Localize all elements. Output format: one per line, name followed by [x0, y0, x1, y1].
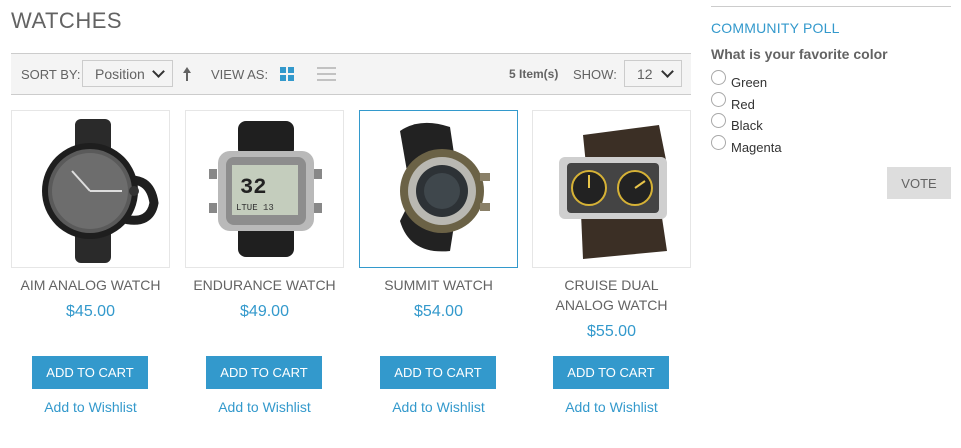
product-name[interactable]: CRUISE DUAL ANALOG WATCH — [532, 275, 691, 315]
radio-button[interactable] — [711, 113, 726, 128]
chevron-down-icon — [152, 65, 165, 78]
add-to-wishlist-link[interactable]: Add to Wishlist — [532, 399, 691, 415]
watch-image — [42, 119, 159, 263]
view-as-label: VIEW AS: — [211, 67, 269, 82]
poll-question: What is your favorite color — [711, 46, 888, 62]
add-to-wishlist-link[interactable]: Add to Wishlist — [185, 399, 344, 415]
sort-direction-arrow-icon[interactable] — [181, 66, 193, 82]
add-to-cart-button[interactable]: ADD TO CART — [380, 356, 496, 389]
show-label: SHOW: — [573, 67, 617, 82]
sidebar-divider — [711, 6, 951, 7]
item-count: 5 Item(s) — [509, 67, 559, 81]
add-to-cart-button[interactable]: ADD TO CART — [32, 356, 148, 389]
chevron-down-icon — [661, 65, 674, 78]
page-title: WATCHES — [11, 8, 123, 33]
product-image[interactable]: 32 LTUE 13 — [185, 110, 344, 268]
sort-by-select[interactable]: Position — [82, 60, 173, 87]
radio-button[interactable] — [711, 70, 726, 85]
product-price: $55.00 — [587, 323, 636, 340]
product-image[interactable] — [11, 110, 170, 268]
svg-text:32: 32 — [240, 175, 266, 200]
product-name[interactable]: SUMMIT WATCH — [359, 275, 518, 295]
add-to-wishlist-link[interactable]: Add to Wishlist — [11, 399, 170, 415]
product-price: $49.00 — [240, 303, 289, 320]
radio-button[interactable] — [711, 135, 726, 150]
watch-image — [559, 125, 667, 259]
show-limit-select[interactable]: 12 — [624, 60, 682, 87]
poll-option-label: Green — [731, 75, 768, 90]
product-item: CRUISE DUAL ANALOG WATCH $55.00 ADD TO C… — [532, 110, 691, 415]
poll-title: COMMUNITY POLL — [711, 20, 840, 36]
svg-text:LTUE 13: LTUE 13 — [236, 203, 274, 213]
vote-button[interactable]: VOTE — [887, 167, 951, 199]
product-image[interactable] — [532, 110, 691, 268]
product-price: $45.00 — [66, 303, 115, 320]
grid-view-icon[interactable] — [280, 67, 294, 81]
radio-button[interactable] — [711, 92, 726, 107]
show-limit-value: 12 — [637, 66, 653, 82]
product-name[interactable]: ENDURANCE WATCH — [185, 275, 344, 295]
product-item: AIM ANALOG WATCH $45.00 ADD TO CART Add … — [11, 110, 170, 415]
sort-by-label: SORT BY: — [21, 67, 81, 82]
watch-image: 32 LTUE 13 — [209, 121, 322, 257]
watch-image — [400, 122, 490, 252]
product-image[interactable] — [359, 110, 518, 268]
list-view-icon[interactable] — [317, 67, 336, 81]
product-price: $54.00 — [414, 303, 463, 320]
sort-by-value: Position — [95, 66, 145, 82]
add-to-wishlist-link[interactable]: Add to Wishlist — [359, 399, 518, 415]
add-to-cart-button[interactable]: ADD TO CART — [553, 356, 669, 389]
poll-option-label: Red — [731, 97, 755, 112]
product-name[interactable]: AIM ANALOG WATCH — [11, 275, 170, 295]
add-to-cart-button[interactable]: ADD TO CART — [206, 356, 322, 389]
product-item: SUMMIT WATCH $54.00 ADD TO CART Add to W… — [359, 110, 518, 415]
product-item: 32 LTUE 13 ENDURANCE WATCH $49.00 ADD TO… — [185, 110, 344, 415]
toolbar: SORT BY: Position VIEW AS: 5 Item(s) SHO… — [11, 53, 691, 95]
poll-option-label: Black — [731, 118, 763, 133]
poll-option-label: Magenta — [731, 140, 782, 155]
